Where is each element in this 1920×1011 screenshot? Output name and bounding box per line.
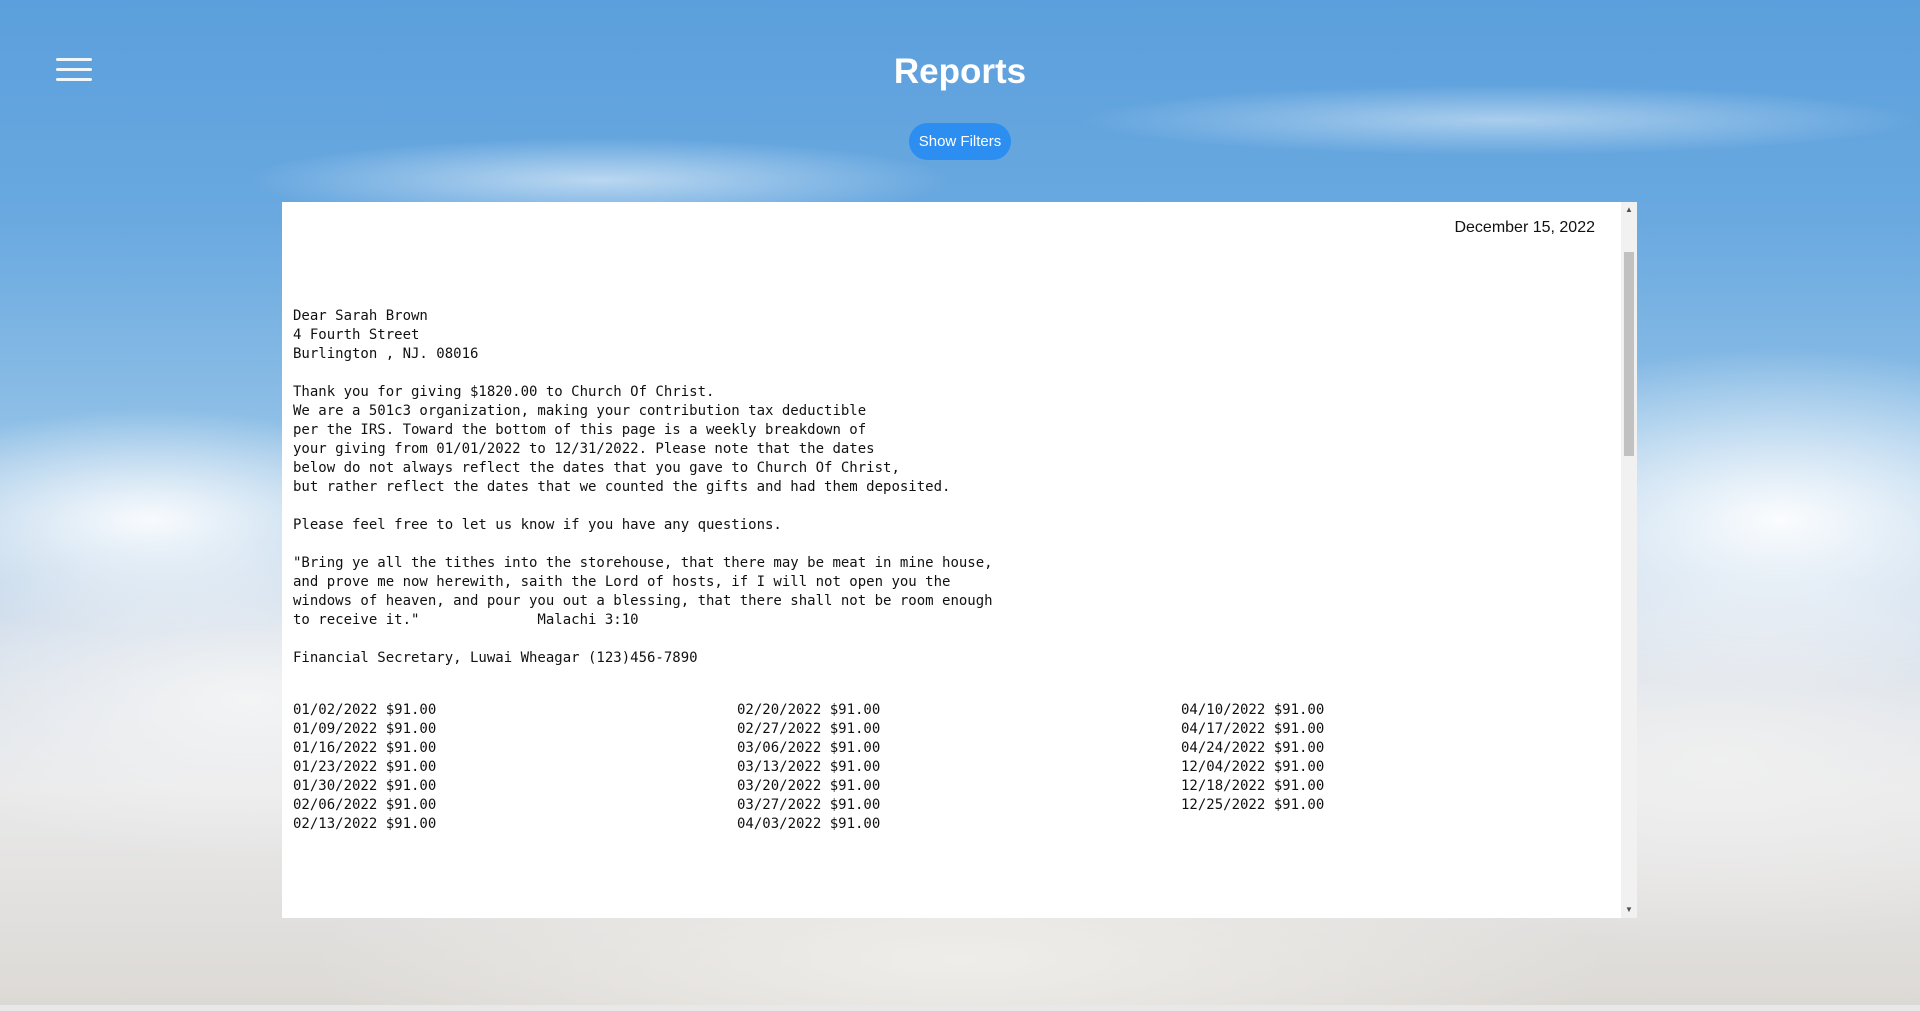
- giving-entry: 02/20/2022 $91.00: [737, 702, 881, 718]
- giving-entry: 01/30/2022 $91.00: [293, 778, 437, 794]
- report-scrollbar[interactable]: ▲ ▼: [1621, 202, 1637, 918]
- letter-line: to receive it." Malachi 3:10: [293, 612, 639, 628]
- giving-entry: 12/25/2022 $91.00: [1181, 797, 1325, 813]
- letter-line: below do not always reflect the dates th…: [293, 460, 900, 476]
- letter-line: per the IRS. Toward the bottom of this p…: [293, 422, 867, 438]
- letter-spacer: [293, 535, 1573, 554]
- giving-entry: 04/24/2022 $91.00: [1181, 740, 1325, 756]
- page-title: Reports: [893, 52, 1027, 91]
- report-date: December 15, 2022: [1454, 219, 1595, 236]
- bottom-strip: [0, 1005, 1920, 1011]
- report-panel[interactable]: December 15, 2022 Dear Sarah Brown 4 Four…: [282, 202, 1637, 918]
- giving-entry: 02/06/2022 $91.00: [293, 797, 437, 813]
- giving-entry: 03/20/2022 $91.00: [737, 778, 881, 794]
- letter-line: Please feel free to let us know if you h…: [293, 517, 782, 533]
- letter-line: 4 Fourth Street: [293, 327, 420, 343]
- letter-spacer: [293, 630, 1573, 649]
- letter-line: Financial Secretary, Luwai Wheagar (123)…: [293, 650, 698, 666]
- giving-entry: 04/03/2022 $91.00: [737, 816, 881, 832]
- giving-entry: 01/09/2022 $91.00: [293, 721, 437, 737]
- giving-entry: 04/17/2022 $91.00: [1181, 721, 1325, 737]
- letter-line: and prove me now herewith, saith the Lor…: [293, 574, 951, 590]
- giving-entry: 04/10/2022 $91.00: [1181, 702, 1325, 718]
- scroll-up-arrow-icon[interactable]: ▲: [1621, 202, 1637, 218]
- letter-line: Burlington , NJ. 08016: [293, 346, 479, 362]
- giving-entry: 02/13/2022 $91.00: [293, 816, 437, 832]
- letter-line: "Bring ye all the tithes into the storeh…: [293, 555, 993, 571]
- giving-column: 01/02/2022 $91.00 01/09/2022 $91.00 01/16/…: [293, 701, 737, 834]
- giving-entry: 03/13/2022 $91.00: [737, 759, 881, 775]
- giving-entry: 03/27/2022 $91.00: [737, 797, 881, 813]
- show-filters-button[interactable]: Show Filters: [909, 123, 1011, 160]
- letter-spacer: [293, 364, 1573, 383]
- scroll-thumb[interactable]: [1624, 252, 1634, 456]
- letter-line: windows of heaven, and pour you out a bl…: [293, 593, 993, 609]
- giving-entry: 03/06/2022 $91.00: [737, 740, 881, 756]
- giving-column: 04/10/2022 $91.00 04/17/2022 $91.00 04/24/…: [1181, 701, 1625, 834]
- letter-line: Thank you for giving $1820.00 to Church …: [293, 384, 715, 400]
- letter-line: but rather reflect the dates that we cou…: [293, 479, 951, 495]
- letter-line: Dear Sarah Brown: [293, 308, 428, 324]
- letter-spacer: [293, 497, 1573, 516]
- giving-column: 02/20/2022 $91.00 02/27/2022 $91.00 03/06/…: [737, 701, 1181, 834]
- giving-entry: 01/02/2022 $91.00: [293, 702, 437, 718]
- letter-line: your giving from 01/01/2022 to 12/31/202…: [293, 441, 875, 457]
- scroll-down-arrow-icon[interactable]: ▼: [1621, 902, 1637, 918]
- weekly-giving-breakdown: 01/02/2022 $91.00 01/09/2022 $91.00 01/16/…: [293, 701, 1625, 834]
- giving-entry: 01/16/2022 $91.00: [293, 740, 437, 756]
- giving-entry: 12/04/2022 $91.00: [1181, 759, 1325, 775]
- letter-line: We are a 501c3 organization, making your…: [293, 403, 867, 419]
- letter-body: Dear Sarah Brown 4 Fourth Street Burlingto…: [293, 307, 1573, 668]
- giving-entry: 01/23/2022 $91.00: [293, 759, 437, 775]
- giving-entry: 12/18/2022 $91.00: [1181, 778, 1325, 794]
- giving-entry: 02/27/2022 $91.00: [737, 721, 881, 737]
